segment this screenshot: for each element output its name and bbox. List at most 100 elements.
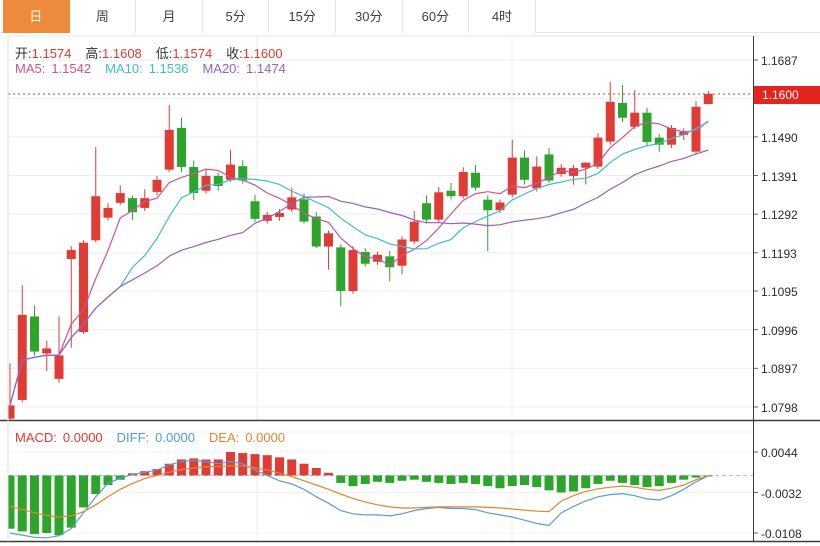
candle-body xyxy=(520,158,529,180)
candle-body xyxy=(324,233,333,246)
candle-body xyxy=(349,250,358,291)
candle-body xyxy=(581,163,590,168)
candle-body xyxy=(704,94,713,104)
macd-hist-bar xyxy=(324,473,333,476)
candle-body xyxy=(643,113,652,142)
macd-hist-bar xyxy=(251,454,260,475)
tab-15min[interactable]: 15分 xyxy=(269,0,336,33)
candlestick-chart[interactable] xyxy=(0,0,820,546)
price-tick-label: 1.1193 xyxy=(761,247,816,261)
macd-hist-bar xyxy=(398,475,407,480)
macd-hist-bar xyxy=(91,475,100,494)
ma5-line xyxy=(10,121,708,405)
candle-body xyxy=(410,222,419,242)
macd-hist-bar xyxy=(422,475,431,481)
macd-hist-bar xyxy=(630,475,639,485)
macd-hist-bar xyxy=(373,475,382,481)
macd-tick-label: 0.0044 xyxy=(761,446,816,460)
macd-hist-bar xyxy=(385,475,394,482)
price-tick-label: 1.1391 xyxy=(761,170,816,184)
macd-hist-bar xyxy=(581,475,590,488)
tab-week[interactable]: 周 xyxy=(70,0,137,33)
ma10-label: MA10: xyxy=(105,61,143,76)
candle-body xyxy=(496,202,505,210)
tab-4hour[interactable]: 4时 xyxy=(469,0,536,33)
macd-hist-bar xyxy=(508,475,517,486)
price-tick-label: 1.0798 xyxy=(761,401,816,415)
macd-info-row: MACD:0.0000DIFF:0.0000DEA:0.0000 xyxy=(15,430,299,445)
ma20-line xyxy=(10,150,708,405)
close-label: 收: xyxy=(226,46,243,61)
macd-hist-bar xyxy=(459,475,468,482)
candle-body xyxy=(545,154,554,180)
candle-body xyxy=(6,405,15,418)
candle-body xyxy=(398,240,407,266)
forex-chart-app: 日周月5分15分30分60分4时 开:1.1574高:1.1608低:1.157… xyxy=(0,0,820,546)
macd-hist-bar xyxy=(55,475,64,535)
candle-body xyxy=(202,176,211,191)
dea-line xyxy=(10,466,708,517)
macd-hist-bar xyxy=(447,475,456,484)
macd-hist-bar xyxy=(471,475,480,484)
macd-hist-bar xyxy=(226,452,235,475)
diff-line xyxy=(10,461,708,538)
candle-body xyxy=(606,102,615,142)
diff-value: 0.0000 xyxy=(155,430,195,445)
macd-hist-bar xyxy=(496,475,505,488)
candle-body xyxy=(153,180,162,192)
high-label: 高: xyxy=(85,46,102,61)
tab-60min[interactable]: 60分 xyxy=(403,0,470,33)
ohlc-info-row: 开:1.1574高:1.1608低:1.1574收:1.1600 xyxy=(15,43,297,62)
tab-5min[interactable]: 5分 xyxy=(203,0,270,33)
ma5-label: MA5: xyxy=(15,61,45,76)
candle-body xyxy=(630,113,639,127)
macd-hist-bar xyxy=(483,475,492,486)
macd-hist-bar xyxy=(594,475,603,484)
candle-body xyxy=(91,196,100,240)
macd-hist-bar xyxy=(287,459,296,475)
price-tick-label: 1.0996 xyxy=(761,324,816,338)
candle-body xyxy=(667,128,676,145)
macd-hist-bar xyxy=(692,475,701,477)
macd-tick-label: -0.0032 xyxy=(761,487,816,501)
price-tick-label: 1.1490 xyxy=(761,131,816,145)
candle-body xyxy=(618,103,627,118)
candle-body xyxy=(189,167,198,193)
candle-body xyxy=(67,250,76,259)
macd-label: MACD: xyxy=(15,430,57,445)
candle-body xyxy=(104,208,113,218)
macd-hist-bar xyxy=(18,475,27,531)
tab-month[interactable]: 月 xyxy=(136,0,203,33)
macd-hist-bar xyxy=(349,475,358,486)
price-tick-label: 1.1292 xyxy=(761,208,816,222)
candle-body xyxy=(42,348,51,353)
high-value: 1.1608 xyxy=(102,46,142,61)
macd-hist-bar xyxy=(606,475,615,480)
candle-body xyxy=(18,315,27,400)
candle-body xyxy=(434,192,443,219)
macd-hist-bar xyxy=(30,475,39,534)
candle-body xyxy=(459,172,468,196)
candle-body xyxy=(692,107,701,152)
candle-body xyxy=(532,167,541,189)
macd-hist-bar xyxy=(214,459,223,475)
ma20-label: MA20: xyxy=(202,61,240,76)
interval-tabbar: 日周月5分15分30分60分4时 xyxy=(0,0,820,33)
candle-body xyxy=(140,198,149,208)
candle-body xyxy=(508,158,517,195)
macd-hist-bar xyxy=(520,475,529,485)
ma5-value: 1.1542 xyxy=(51,61,91,76)
tab-30min[interactable]: 30分 xyxy=(336,0,403,33)
low-value: 1.1574 xyxy=(172,46,212,61)
candle-body xyxy=(177,128,186,167)
diff-label: DIFF: xyxy=(117,430,150,445)
ma10-line xyxy=(10,122,708,406)
tab-day[interactable]: 日 xyxy=(3,0,70,33)
open-label: 开: xyxy=(15,46,32,61)
candle-body xyxy=(422,203,431,219)
dea-label: DEA: xyxy=(209,430,239,445)
macd-hist-bar xyxy=(263,455,272,475)
macd-hist-bar xyxy=(643,475,652,487)
low-label: 低: xyxy=(156,46,173,61)
candles-layer xyxy=(6,82,713,420)
